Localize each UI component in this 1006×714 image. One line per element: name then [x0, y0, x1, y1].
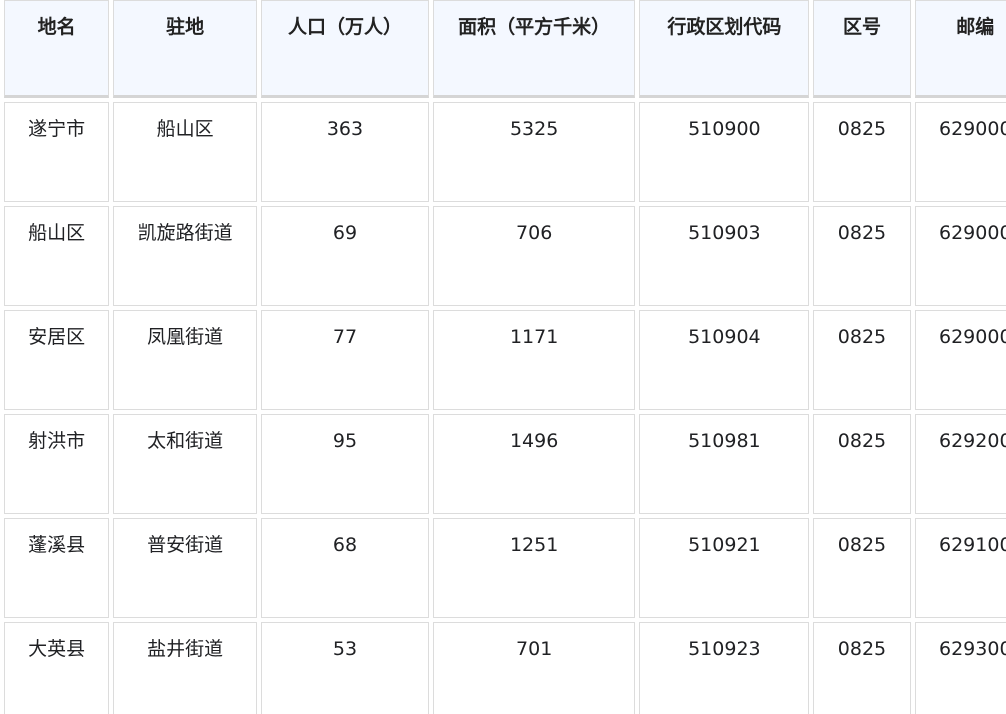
cell-area-code: 0825 [813, 622, 911, 714]
cell-place-name: 大英县 [4, 622, 110, 714]
cell-postcode: 629300 [914, 622, 1006, 714]
cell-area: 5325 [432, 102, 636, 202]
cell-seat: 凯旋路街道 [113, 206, 257, 306]
table-container: 地名 驻地 人口（万人） 面积（平方千米） 行政区划代码 区号 邮编 遂宁市 船… [0, 0, 1006, 714]
cell-area: 1251 [432, 518, 636, 618]
cell-population: 68 [260, 518, 429, 618]
cell-place-name: 船山区 [4, 206, 110, 306]
region-table: 地名 驻地 人口（万人） 面积（平方千米） 行政区划代码 区号 邮编 遂宁市 船… [0, 0, 1006, 714]
cell-area-code: 0825 [813, 518, 911, 618]
header-seat: 驻地 [113, 0, 257, 98]
cell-division-code: 510981 [639, 414, 810, 514]
cell-division-code: 510904 [639, 310, 810, 410]
cell-division-code: 510903 [639, 206, 810, 306]
cell-postcode: 629100 [914, 518, 1006, 618]
cell-division-code: 510921 [639, 518, 810, 618]
table-row: 大英县 盐井街道 53 701 510923 0825 629300 [4, 622, 1006, 714]
table-row: 射洪市 太和街道 95 1496 510981 0825 629200 [4, 414, 1006, 514]
cell-area: 1171 [432, 310, 636, 410]
cell-seat: 盐井街道 [113, 622, 257, 714]
cell-division-code: 510923 [639, 622, 810, 714]
cell-seat: 太和街道 [113, 414, 257, 514]
table-row: 船山区 凯旋路街道 69 706 510903 0825 629000 [4, 206, 1006, 306]
header-area: 面积（平方千米） [432, 0, 636, 98]
cell-seat: 普安街道 [113, 518, 257, 618]
cell-seat: 凤凰街道 [113, 310, 257, 410]
cell-area: 1496 [432, 414, 636, 514]
cell-division-code: 510900 [639, 102, 810, 202]
header-place-name: 地名 [4, 0, 110, 98]
table-row: 蓬溪县 普安街道 68 1251 510921 0825 629100 [4, 518, 1006, 618]
header-area-code: 区号 [813, 0, 911, 98]
cell-area-code: 0825 [813, 414, 911, 514]
cell-postcode: 629000 [914, 206, 1006, 306]
cell-postcode: 629000 [914, 102, 1006, 202]
cell-population: 95 [260, 414, 429, 514]
cell-population: 77 [260, 310, 429, 410]
cell-place-name: 安居区 [4, 310, 110, 410]
cell-area: 701 [432, 622, 636, 714]
header-population: 人口（万人） [260, 0, 429, 98]
cell-area-code: 0825 [813, 102, 911, 202]
cell-seat: 船山区 [113, 102, 257, 202]
cell-population: 69 [260, 206, 429, 306]
cell-population: 363 [260, 102, 429, 202]
cell-place-name: 蓬溪县 [4, 518, 110, 618]
header-division-code: 行政区划代码 [639, 0, 810, 98]
table-row: 遂宁市 船山区 363 5325 510900 0825 629000 [4, 102, 1006, 202]
cell-postcode: 629200 [914, 414, 1006, 514]
cell-area-code: 0825 [813, 206, 911, 306]
cell-place-name: 遂宁市 [4, 102, 110, 202]
cell-population: 53 [260, 622, 429, 714]
header-postcode: 邮编 [914, 0, 1006, 98]
cell-postcode: 629000 [914, 310, 1006, 410]
cell-place-name: 射洪市 [4, 414, 110, 514]
cell-area: 706 [432, 206, 636, 306]
table-row: 安居区 凤凰街道 77 1171 510904 0825 629000 [4, 310, 1006, 410]
cell-area-code: 0825 [813, 310, 911, 410]
header-row: 地名 驻地 人口（万人） 面积（平方千米） 行政区划代码 区号 邮编 [4, 0, 1006, 98]
